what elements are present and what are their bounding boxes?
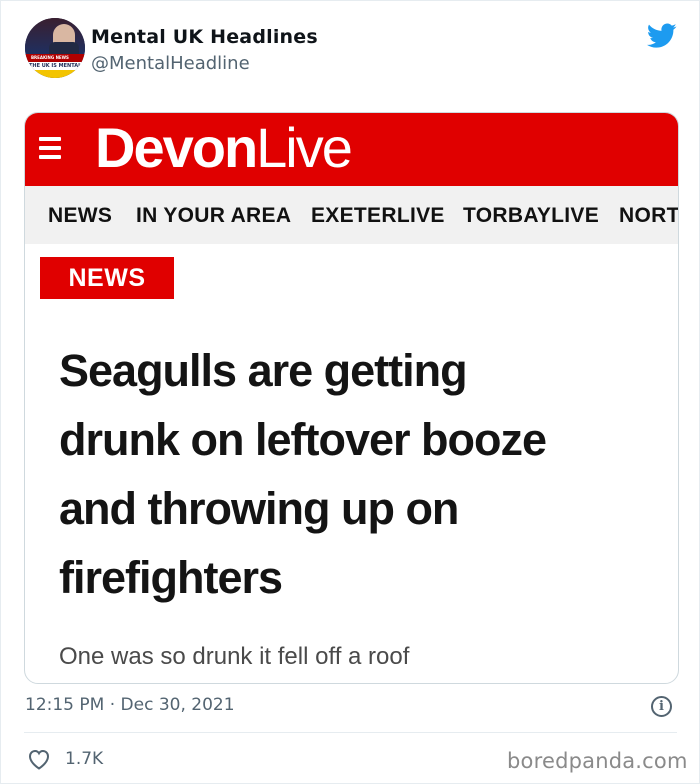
headline-line: and throwing up on <box>59 483 459 534</box>
section-tag: NEWS <box>40 257 174 299</box>
devonlive-header: DevonLive <box>25 113 678 186</box>
tweet-timestamp[interactable]: 12:15 PM · Dec 30, 2021 <box>25 695 235 715</box>
nav-item-news: NEWS <box>48 204 113 227</box>
avatar[interactable]: BREAKING NEWS THE UK IS MENTAL <box>25 18 85 78</box>
hamburger-menu-icon <box>39 137 61 159</box>
like-count[interactable]: 1.7K <box>65 749 103 769</box>
avatar-banner-breaking: BREAKING NEWS <box>25 54 85 62</box>
author-name[interactable]: Mental UK Headlines <box>91 26 318 48</box>
tweet-container: BREAKING NEWS THE UK IS MENTAL Mental UK… <box>0 0 700 784</box>
nav-item-nort: NORT <box>619 204 678 227</box>
devonlive-logo: DevonLive <box>95 116 353 179</box>
article-standfirst: One was so drunk it fell off a roof <box>59 643 410 670</box>
twitter-bird-icon[interactable] <box>647 23 677 49</box>
author-handle[interactable]: @MentalHeadline <box>91 53 250 74</box>
nav-item-exeterlive: EXETERLIVE <box>311 204 445 227</box>
article-headline: Seagulls are getting drunk on leftover b… <box>59 336 659 612</box>
watermark: boredpanda.com <box>507 749 688 773</box>
headline-line: drunk on leftover booze <box>59 414 547 465</box>
info-icon[interactable]: i <box>651 696 672 717</box>
section-tag-label: NEWS <box>68 264 146 292</box>
devonlive-nav: NEWS IN YOUR AREA EXETERLIVE TORBAYLIVE … <box>25 186 678 244</box>
headline-line: Seagulls are getting <box>59 345 468 396</box>
divider <box>24 732 677 733</box>
heart-icon[interactable] <box>27 748 51 770</box>
nav-item-torbaylive: TORBAYLIVE <box>463 204 600 227</box>
headline-line: firefighters <box>59 552 283 603</box>
avatar-ticker <box>25 70 85 78</box>
avatar-banner-title: THE UK IS MENTAL <box>25 62 85 70</box>
embedded-image-card[interactable]: DevonLive NEWS IN YOUR AREA EXETERLIVE T… <box>24 112 679 684</box>
nav-item-in-your-area: IN YOUR AREA <box>136 204 292 227</box>
